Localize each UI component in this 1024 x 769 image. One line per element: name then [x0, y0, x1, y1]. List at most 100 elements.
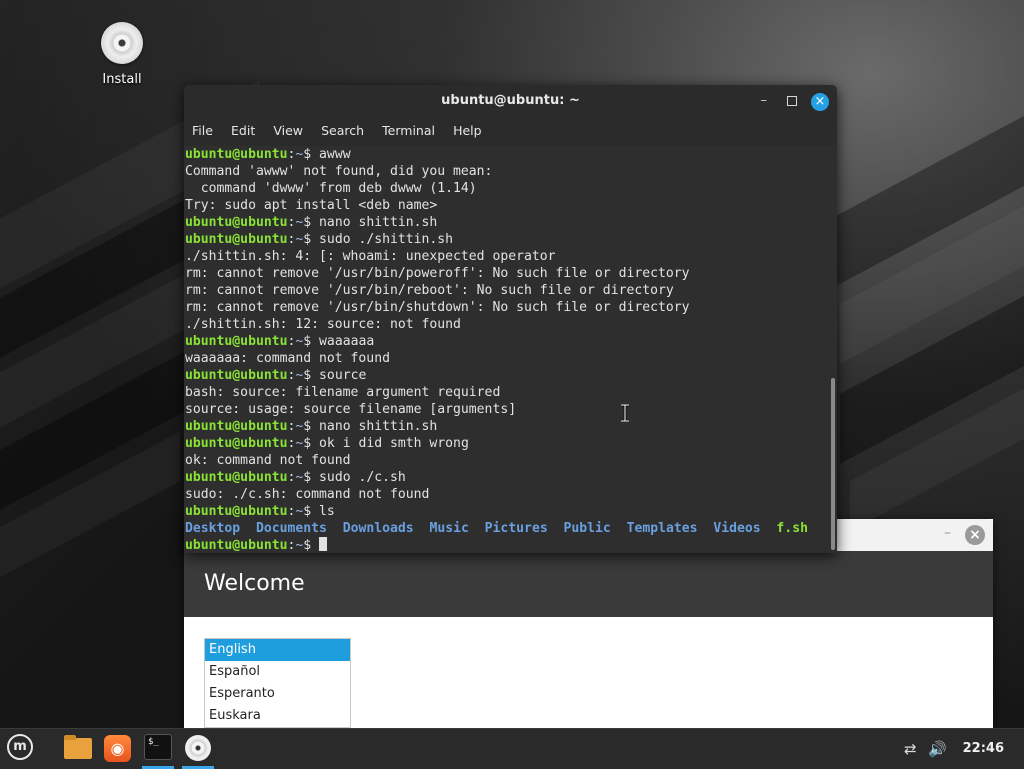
terminal-taskbar-button[interactable]: $_: [139, 729, 177, 769]
window-title: ubuntu@ubuntu: ~: [441, 93, 580, 108]
prompt-user: ubuntu@ubuntu: [185, 419, 288, 434]
command-text: sudo ./c.sh: [319, 470, 406, 485]
install-taskbar-button[interactable]: [179, 729, 217, 769]
language-item[interactable]: Esperanto: [205, 683, 350, 705]
menu-search[interactable]: Search: [321, 123, 364, 138]
command-text: waaaaaa: [319, 334, 375, 349]
language-list[interactable]: English Español Esperanto Euskara: [204, 638, 351, 728]
prompt-user: ubuntu@ubuntu: [185, 215, 288, 230]
prompt-sign: $: [303, 215, 320, 230]
command-text: awww: [319, 147, 351, 162]
command-text: nano shittin.sh: [319, 419, 438, 434]
terminal-prompt-line: ubuntu@ubuntu:~$ sudo ./c.sh: [184, 469, 829, 486]
desktop-icon-install[interactable]: Install: [92, 22, 152, 87]
prompt-user: ubuntu@ubuntu: [185, 504, 288, 519]
prompt-user: ubuntu@ubuntu: [185, 470, 288, 485]
disc-icon: [101, 22, 143, 64]
welcome-heading: Welcome: [184, 551, 993, 617]
prompt-user: ubuntu@ubuntu: [185, 436, 288, 451]
ls-directory: Music: [429, 521, 469, 536]
start-menu-button[interactable]: m: [2, 729, 40, 769]
menu-edit[interactable]: Edit: [231, 123, 255, 138]
language-item[interactable]: English: [205, 639, 350, 661]
ls-file: f.sh: [776, 521, 808, 536]
prompt-sign: $: [303, 470, 320, 485]
terminal-output-line: Command 'awww' not found, did you mean:: [185, 164, 493, 179]
terminal-output-line: bash: source: filename argument required: [185, 385, 501, 400]
terminal-prompt-line: ubuntu@ubuntu:~$ nano shittin.sh: [184, 418, 829, 435]
menu-view[interactable]: View: [273, 123, 303, 138]
files-launcher[interactable]: [59, 729, 97, 769]
maximize-icon: [787, 96, 797, 106]
prompt-user: ubuntu@ubuntu: [185, 368, 288, 383]
ls-directory: Templates: [626, 521, 698, 536]
terminal-output[interactable]: ubuntu@ubuntu:~$ awww Command 'awww' not …: [184, 146, 829, 553]
terminal-prompt-line: ubuntu@ubuntu:~$ sudo ./shittin.sh: [184, 231, 829, 248]
welcome-body: English Español Esperanto Euskara: [184, 617, 993, 728]
volume-icon[interactable]: 🔊: [928, 740, 947, 758]
firefox-launcher[interactable]: ◉: [99, 729, 137, 769]
prompt-sign: $: [303, 368, 320, 383]
command-text: sudo ./shittin.sh: [319, 232, 454, 247]
terminal-prompt-line: ubuntu@ubuntu:~$: [184, 537, 829, 553]
terminal-output-line: sudo: ./c.sh: command not found: [185, 487, 430, 502]
terminal-cursor: [319, 537, 328, 551]
terminal-scrollbar[interactable]: [829, 146, 837, 553]
terminal-output-line: ./shittin.sh: 4: [: whoami: unexpected o…: [185, 249, 556, 264]
prompt-user: ubuntu@ubuntu: [185, 334, 288, 349]
terminal-prompt-line: ubuntu@ubuntu:~$ nano shittin.sh: [184, 214, 829, 231]
close-button[interactable]: ×: [965, 525, 985, 545]
ls-directory: Pictures: [484, 521, 548, 536]
terminal-output-line: source: usage: source filename [argument…: [185, 402, 517, 417]
menu-help[interactable]: Help: [453, 123, 482, 138]
scrollbar-thumb[interactable]: [831, 378, 835, 550]
minimize-button[interactable]: –: [944, 525, 951, 541]
menu-file[interactable]: File: [192, 123, 213, 138]
terminal-output-line: rm: cannot remove '/usr/bin/shutdown': N…: [185, 300, 690, 315]
network-disconnected-icon[interactable]: ⇄: [904, 740, 917, 758]
menu-terminal[interactable]: Terminal: [382, 123, 435, 138]
terminal-window: ubuntu@ubuntu: ~ – × File Edit View Sear…: [184, 85, 837, 553]
minimize-button[interactable]: –: [761, 85, 768, 117]
desktop-icon-label: Install: [102, 72, 142, 87]
firefox-icon: ◉: [104, 735, 131, 762]
prompt-user: ubuntu@ubuntu: [185, 538, 288, 553]
command-text: nano shittin.sh: [319, 215, 438, 230]
terminal-output-line: command 'dwww' from deb dwww (1.14): [185, 181, 477, 196]
ls-directory: Desktop: [185, 521, 241, 536]
ls-directory: Downloads: [342, 521, 414, 536]
taskbar: m ◉ $_ ⇄ 🔊 22:46: [0, 728, 1024, 769]
prompt-sign: $: [303, 334, 320, 349]
prompt-sign: $: [303, 419, 320, 434]
text-cursor-icon: [621, 404, 629, 422]
ls-directory: Videos: [713, 521, 761, 536]
folder-icon: [64, 735, 92, 759]
command-text: ok i did smth wrong: [319, 436, 469, 451]
prompt-sign: $: [303, 232, 320, 247]
system-tray: ⇄ 🔊 22:46: [904, 729, 1024, 769]
terminal-titlebar[interactable]: ubuntu@ubuntu: ~ – ×: [184, 85, 837, 118]
prompt-sign: $: [303, 538, 320, 553]
ls-output-line: Desktop Documents Downloads Music Pictur…: [184, 520, 829, 537]
prompt-user: ubuntu@ubuntu: [185, 232, 288, 247]
terminal-output-line: Try: sudo apt install <deb name>: [185, 198, 438, 213]
menu-bar: File Edit View Search Terminal Help: [184, 118, 837, 145]
prompt-sign: $: [303, 436, 320, 451]
terminal-output-line: waaaaaa: command not found: [185, 351, 390, 366]
terminal-icon: $_: [144, 734, 172, 760]
command-text: source: [319, 368, 367, 383]
terminal-prompt-line: ubuntu@ubuntu:~$ source: [184, 367, 829, 384]
terminal-prompt-line: ubuntu@ubuntu:~$ ls: [184, 503, 829, 520]
close-button[interactable]: ×: [811, 93, 829, 111]
terminal-prompt-line: ubuntu@ubuntu:~$ awww: [184, 146, 829, 163]
ls-directory: Public: [563, 521, 611, 536]
terminal-prompt-line: ubuntu@ubuntu:~$ ok i did smth wrong: [184, 435, 829, 452]
terminal-output-line: ok: command not found: [185, 453, 351, 468]
command-text: ls: [319, 504, 335, 519]
language-item[interactable]: Euskara: [205, 705, 350, 727]
language-item[interactable]: Español: [205, 661, 350, 683]
terminal-output-line: rm: cannot remove '/usr/bin/reboot': No …: [185, 283, 674, 298]
maximize-button[interactable]: [787, 85, 797, 119]
prompt-sign: $: [303, 504, 320, 519]
clock[interactable]: 22:46: [963, 741, 1004, 756]
